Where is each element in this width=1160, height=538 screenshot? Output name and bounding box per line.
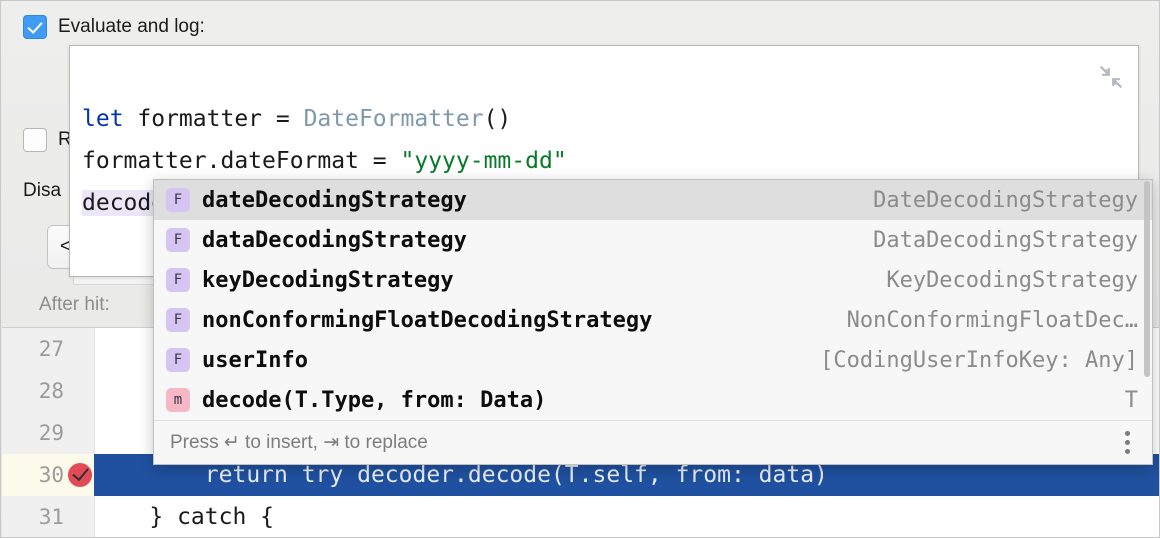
gutter-line-current[interactable]: 30 (2, 454, 94, 496)
completion-item-name: decode(T.Type, from: Data) (202, 387, 547, 413)
completion-item-name: keyDecodingStrategy (202, 267, 454, 293)
completion-scrollbar[interactable] (1143, 181, 1151, 417)
completion-item[interactable]: F dataDecodingStrategy DataDecodingStrat… (154, 220, 1152, 260)
line-number: 27 (38, 337, 64, 361)
code-token-text: formatter.dateFormat = (82, 148, 401, 174)
completion-item-type: T (1124, 387, 1138, 413)
kebab-menu-icon[interactable] (1116, 431, 1138, 455)
gutter-line[interactable]: 28 (2, 370, 94, 412)
field-kind-icon: F (166, 268, 190, 292)
breakpoint-icon[interactable] (68, 463, 92, 487)
evaluate-and-log-label: Evaluate and log: (58, 16, 205, 37)
evaluate-and-log-row[interactable]: Evaluate and log: (23, 15, 205, 39)
completion-item-name: dateDecodingStrategy (202, 187, 467, 213)
line-number: 30 (38, 463, 64, 487)
gutter-line[interactable]: 29 (2, 412, 94, 454)
completion-item[interactable]: F keyDecodingStrategy KeyDecodingStrateg… (154, 260, 1152, 300)
completion-item-type: [CodingUserInfoKey: Any] (820, 347, 1138, 373)
code-completion-popup[interactable]: F dateDecodingStrategy DateDecodingStrat… (153, 179, 1153, 465)
code-token-string: "yyyy-mm-dd" (400, 148, 567, 174)
remove-once-hit-checkbox[interactable] (23, 128, 47, 152)
screenshot-root: Evaluate and log: R Disa < After hit: Pr… (0, 0, 1160, 538)
collapse-arrows-icon[interactable] (1098, 64, 1124, 90)
completion-item-type: DataDecodingStrategy (873, 227, 1138, 253)
completion-item-name: dataDecodingStrategy (202, 227, 467, 253)
gutter-line[interactable]: 31 (2, 496, 94, 537)
completion-item-name: nonConformingFloatDecodingStrategy (202, 307, 653, 333)
code-token-type: DateFormatter (303, 106, 484, 132)
field-kind-icon: F (166, 228, 190, 252)
completion-item[interactable]: F dateDecodingStrategy DateDecodingStrat… (154, 180, 1152, 220)
gutter-line[interactable]: 27 (2, 328, 94, 370)
line-number: 29 (38, 421, 64, 445)
completion-item-list[interactable]: F dateDecodingStrategy DateDecodingStrat… (154, 180, 1152, 420)
line-number: 28 (38, 379, 64, 403)
disable-until-label: Disa (23, 180, 62, 201)
completion-item[interactable]: m decode(T.Type, from: Data) T (154, 380, 1152, 420)
code-token-parens: () (483, 106, 512, 132)
field-kind-icon: F (166, 308, 190, 332)
editor-code-line[interactable]: } catch { (94, 496, 1159, 537)
completion-footer-hint: Press ↵ to insert, ⇥ to replace (170, 432, 428, 453)
completion-item-type: DateDecodingStrategy (873, 187, 1138, 213)
scrollbar-thumb[interactable] (1144, 181, 1150, 377)
completion-item[interactable]: F userInfo [CodingUserInfoKey: Any] (154, 340, 1152, 380)
line-number: 31 (38, 505, 64, 529)
code-token-keyword: let (82, 106, 124, 132)
method-kind-icon: m (166, 388, 190, 412)
editor-gutter[interactable]: 27 28 29 30 31 (2, 328, 95, 537)
completion-item-type: NonConformingFloatDec… (846, 307, 1138, 333)
completion-item[interactable]: F nonConformingFloatDecodingStrategy Non… (154, 300, 1152, 340)
evaluate-and-log-checkbox[interactable] (23, 15, 47, 39)
completion-item-name: userInfo (202, 347, 308, 373)
code-token-text: formatter = (123, 106, 304, 132)
completion-item-type: KeyDecodingStrategy (886, 267, 1138, 293)
field-kind-icon: F (166, 348, 190, 372)
after-hit-label: After hit: (39, 294, 110, 315)
completion-popup-footer: Press ↵ to insert, ⇥ to replace (154, 420, 1152, 464)
remove-once-hit-row[interactable]: R (23, 128, 72, 152)
field-kind-icon: F (166, 188, 190, 212)
